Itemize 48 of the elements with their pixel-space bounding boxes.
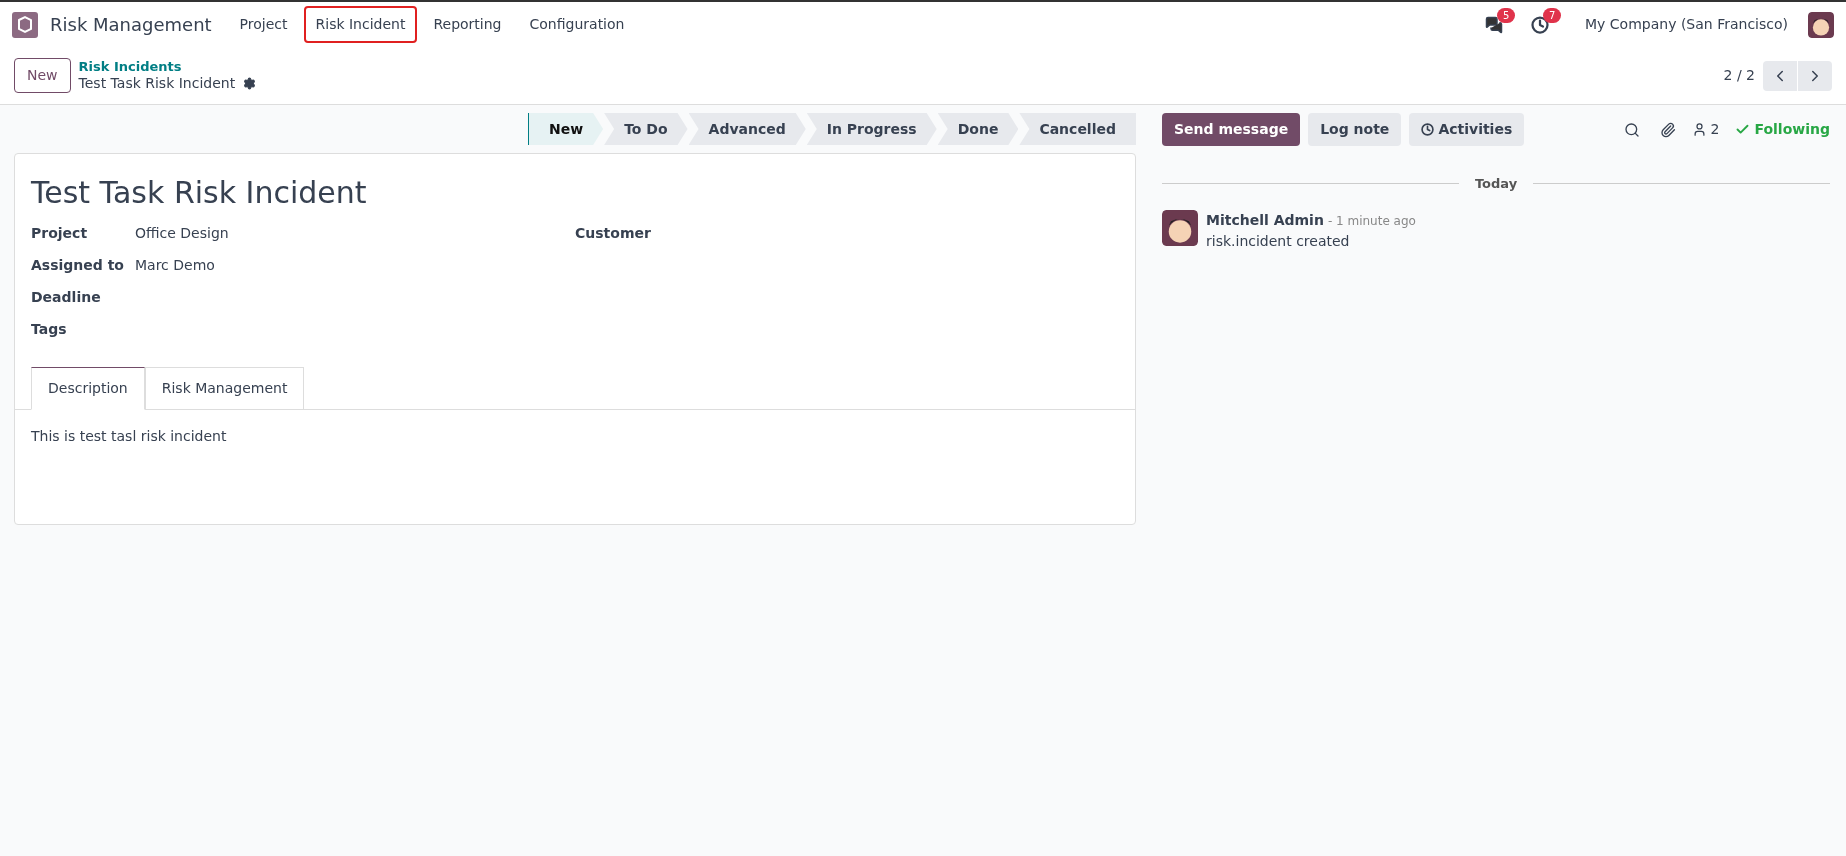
status-stage[interactable]: To Do bbox=[604, 113, 688, 145]
chatter-button[interactable]: Send message bbox=[1162, 113, 1301, 146]
field-label: Assigned to bbox=[31, 256, 125, 275]
paperclip-icon[interactable] bbox=[1659, 121, 1676, 138]
status-stage[interactable]: New bbox=[527, 113, 604, 145]
new-button[interactable]: New bbox=[14, 58, 71, 93]
search-icon[interactable] bbox=[1623, 121, 1640, 138]
status-stage[interactable]: In Progress bbox=[806, 113, 937, 145]
messages-count-badge: 5 bbox=[1497, 7, 1516, 23]
field-label: Customer bbox=[575, 224, 652, 243]
field-label: Project bbox=[31, 224, 89, 243]
app-name: Risk Management bbox=[50, 13, 212, 37]
clock-icon bbox=[1421, 123, 1435, 136]
chatter-button[interactable]: Activities bbox=[1409, 113, 1525, 146]
form-tab[interactable]: Description bbox=[31, 367, 145, 410]
followers-icon[interactable] bbox=[1691, 122, 1707, 137]
avatar-icon bbox=[1162, 209, 1198, 246]
pager-value: 2 / 2 bbox=[1723, 66, 1755, 85]
followers-count[interactable]: 2 bbox=[1710, 119, 1720, 140]
form-tab[interactable]: Risk Management bbox=[144, 367, 305, 410]
settings-icon[interactable] bbox=[243, 77, 257, 91]
record-title: Test Task Risk Incident bbox=[78, 74, 236, 93]
message-author: Mitchell Admin bbox=[1206, 210, 1324, 230]
field-value[interactable]: Office Design bbox=[135, 223, 229, 244]
menu-item[interactable]: Risk Incident bbox=[303, 6, 418, 43]
form-title: Test Task Risk Incident bbox=[31, 174, 368, 212]
chatter-button[interactable]: Log note bbox=[1308, 113, 1402, 146]
description-text: This is test tasl risk incident bbox=[30, 427, 228, 446]
date-separator: Today bbox=[1473, 175, 1519, 193]
menu-item[interactable]: Project bbox=[227, 6, 300, 43]
messages-icon[interactable] bbox=[1485, 15, 1504, 34]
message-time: - 1 minute ago bbox=[1327, 212, 1416, 230]
status-stage[interactable]: Advanced bbox=[688, 113, 806, 145]
menu-item[interactable]: Configuration bbox=[517, 6, 637, 43]
message-body: risk.incident created bbox=[1206, 231, 1351, 251]
avatar-icon bbox=[1808, 11, 1834, 38]
field-value[interactable]: Marc Demo bbox=[135, 255, 215, 276]
status-stage[interactable]: Cancelled bbox=[1019, 113, 1136, 145]
app-logo-icon bbox=[12, 11, 38, 38]
status-stage[interactable]: Done bbox=[937, 113, 1019, 145]
check-icon bbox=[1735, 122, 1751, 137]
company-name[interactable]: My Company (San Francisco) bbox=[1585, 14, 1788, 35]
activities-count-badge: 7 bbox=[1543, 7, 1562, 23]
menu-item[interactable]: Reporting bbox=[421, 6, 514, 43]
breadcrumb-link[interactable]: Risk Incidents bbox=[78, 58, 257, 75]
field-label: Tags bbox=[31, 320, 68, 339]
clock-icon[interactable] bbox=[1531, 15, 1550, 34]
field-label: Deadline bbox=[31, 288, 102, 307]
